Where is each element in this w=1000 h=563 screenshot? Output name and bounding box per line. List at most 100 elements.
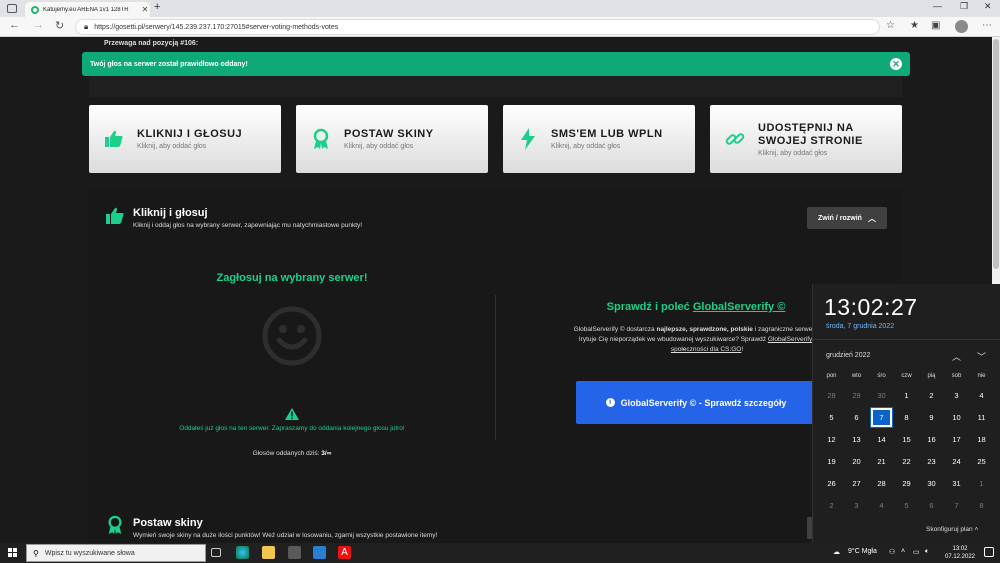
reload-icon[interactable]: ↻ [55,19,64,32]
lock-icon[interactable]: 🔒︎ [84,22,88,32]
tray-people-icon[interactable]: ⚇ [889,548,895,556]
taskbar-search-input[interactable]: ⚲ Wpisz tu wyszukiwane słowa [26,544,206,562]
volume-icon[interactable]: 🔈︎ [925,548,929,556]
maximize-icon[interactable]: ❐ [960,1,968,12]
task-view-icon[interactable] [211,548,221,557]
chevron-down-icon[interactable]: ﹀ [977,350,986,363]
collections-icon[interactable]: ▣ [931,20,940,31]
calendar-day[interactable]: 28 [869,473,894,495]
gs-heading-link[interactable]: GlobalServerify © [693,301,785,313]
gs-heading-prefix: Sprawdź i poleć [606,301,690,313]
calendar-day[interactable]: 29 [894,473,919,495]
calendar-day[interactable]: 19 [819,451,844,473]
calendar-day[interactable]: 25 [969,451,994,473]
calendar-day[interactable]: 8 [894,407,919,429]
calendar-day[interactable]: 4 [969,385,994,407]
notifications-icon[interactable] [984,547,994,557]
taskbar-clock[interactable]: 13:02 07.12.2022 [942,545,978,561]
calendar-day[interactable]: 18 [969,429,994,451]
mail-icon[interactable] [313,546,326,559]
calendar-day[interactable]: 11 [969,407,994,429]
calendar-day[interactable]: 9 [919,407,944,429]
calendar-day[interactable]: 6 [919,495,944,517]
start-icon[interactable] [8,548,18,558]
calendar-day[interactable]: 20 [844,451,869,473]
vote-card-skins[interactable]: POSTAW SKINY Kliknij, aby oddać głos [296,105,488,173]
calendar-day[interactable]: 17 [944,429,969,451]
file-explorer-icon[interactable] [262,546,275,559]
calendar-day[interactable]: 30 [869,385,894,407]
url-input[interactable]: 🔒︎ https://gosetti.pl/serwery/145.239.23… [75,19,880,35]
calendar-day[interactable]: 6 [844,407,869,429]
weekday-label: czw [901,373,912,379]
info-icon: i [605,398,615,407]
favorites-icon[interactable]: ★ [910,20,919,31]
calendar-day[interactable]: 3 [844,495,869,517]
settings-menu-icon[interactable]: ⋯ [982,20,992,31]
gs-desc-text: GlobalServerify © dostarcza [573,326,655,333]
calendar-day[interactable]: 2 [919,385,944,407]
calendar-day[interactable]: 14 [869,429,894,451]
profile-avatar[interactable] [955,20,968,33]
scrollbar-thumb[interactable] [993,39,999,269]
vote-card-share[interactable]: UDOSTĘPNIJ NA SWOJEJ STRONIE Kliknij, ab… [710,105,902,173]
configure-plan-link[interactable]: Skonfiguruj plan ˄ [926,526,978,533]
section-subtitle: Wymień swoje skiny na duże ilości punktó… [133,532,438,539]
calendar-day[interactable]: 1 [969,473,994,495]
card-title: SMS'EM LUB WPLN [551,128,663,140]
calendar-day[interactable]: 3 [944,385,969,407]
minimize-icon[interactable]: — [933,1,942,11]
vote-card-click[interactable]: KLIKNIJ I GŁOSUJ Kliknij, aby oddać głos [89,105,281,173]
add-favorite-icon[interactable]: ☆ [886,20,895,31]
back-icon[interactable]: ← [9,19,20,31]
calendar-day[interactable]: 21 [869,451,894,473]
calendar-day[interactable]: 12 [819,429,844,451]
calendar-day[interactable]: 5 [819,407,844,429]
calendar-day[interactable]: 2 [819,495,844,517]
flyout-date-link[interactable]: środa, 7 grudnia 2022 [826,323,894,330]
chevron-up-icon[interactable]: ︿ [952,350,961,363]
calendar-day[interactable]: 22 [894,451,919,473]
calendar-day[interactable]: 23 [919,451,944,473]
globalserverify-button[interactable]: i GlobalServerify © - Sprawdź szczegóły [576,381,816,424]
calendar-day[interactable]: 8 [969,495,994,517]
calendar-day[interactable]: 24 [944,451,969,473]
tray-app-icon[interactable]: ▭ [913,548,920,556]
calendar-day[interactable]: 30 [919,473,944,495]
calendar-day[interactable]: 26 [819,473,844,495]
section-header: Kliknij i głosuj Kliknij i oddaj głos na… [89,189,902,247]
vote-panel: Zagłosuj na wybrany serwer! Oddałeś już … [89,247,495,497]
calendar-day[interactable]: 16 [919,429,944,451]
collapse-toggle-button[interactable]: Zwiń / rozwiń ︿ [807,207,887,229]
gs-desc-link[interactable]: społeczności dla CS:GO [671,346,741,353]
weather-text[interactable]: 9°C Mgła [848,548,877,555]
calendar-day[interactable]: 10 [944,407,969,429]
browser-tab[interactable]: Katujemy.eu ARENA 1v1 128TR ✕ [25,2,150,17]
card-title: KLIKNIJ I GŁOSUJ [137,128,243,140]
new-tab-icon[interactable]: + [154,1,160,13]
tab-actions-icon[interactable] [7,4,17,13]
calendar-day[interactable]: 7 [944,495,969,517]
store-icon[interactable] [288,546,301,559]
calendar-day[interactable]: 28 [819,385,844,407]
alert-close-icon[interactable]: ✕ [890,58,902,70]
calendar-day[interactable]: 1 [894,385,919,407]
calendar-day[interactable]: 15 [894,429,919,451]
month-label[interactable]: grudzień 2022 [826,352,870,359]
calendar-day[interactable]: 29 [844,385,869,407]
thumbs-up-icon [105,206,125,231]
close-window-icon[interactable]: ✕ [984,1,992,12]
calendar-day[interactable]: 13 [844,429,869,451]
acrobat-icon[interactable]: A [338,546,351,559]
calendar-day[interactable]: 4 [869,495,894,517]
calendar-day[interactable]: 7 [870,407,893,428]
vote-card-sms[interactable]: SMS'EM LUB WPLN Kliknij, aby oddać głos [503,105,695,173]
forward-icon[interactable]: → [33,19,44,31]
tab-close-icon[interactable]: ✕ [140,5,150,14]
tray-chevron-icon[interactable]: ˄ [901,548,905,555]
calendar-day[interactable]: 31 [944,473,969,495]
calendar-day[interactable]: 27 [844,473,869,495]
weather-icon[interactable]: ☁ [833,548,840,556]
edge-icon[interactable] [236,546,249,559]
calendar-day[interactable]: 5 [894,495,919,517]
